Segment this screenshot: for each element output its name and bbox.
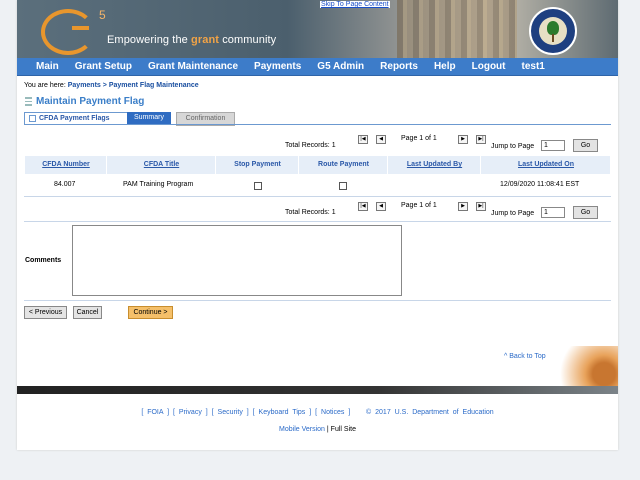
page-indicator: Page 1 of 1: [401, 135, 437, 142]
main-nav: Main Grant Setup Grant Maintenance Payme…: [17, 58, 618, 76]
breadcrumb-prefix: You are here:: [24, 82, 66, 89]
col-cfda-number[interactable]: CFDA Number: [24, 156, 107, 174]
header-banner: 5 Empowering the grant community: [17, 0, 618, 58]
last-page-icon[interactable]: ▶|: [476, 202, 486, 211]
page-container: 5 Empowering the grant community Skip To…: [17, 0, 618, 450]
tagline-grant: grant: [191, 34, 220, 46]
col-cfda-title[interactable]: CFDA Title: [106, 156, 216, 174]
seal-tree: [547, 21, 559, 35]
route-payment-checkbox[interactable]: [339, 182, 347, 190]
tab-cfda-label: CFDA Payment Flags: [39, 115, 110, 122]
nav-item-grant-maintenance[interactable]: Grant Maintenance: [148, 61, 238, 72]
nav-item-grant-setup[interactable]: Grant Setup: [75, 61, 132, 72]
footer-separator: |: [326, 426, 329, 433]
nav-item-reports[interactable]: Reports: [380, 61, 418, 72]
page-indicator-bottom: Page 1 of 1: [401, 202, 437, 209]
comments-textarea[interactable]: [72, 225, 402, 296]
back-to-top-link[interactable]: ^ Back to Top: [504, 353, 546, 360]
continue-button[interactable]: Continue >: [128, 306, 173, 319]
first-page-icon[interactable]: |◀: [358, 202, 368, 211]
nav-item-payments[interactable]: Payments: [254, 61, 301, 72]
total-records-label-bottom: Total Records: 1: [285, 209, 336, 216]
next-page-icon[interactable]: ▶: [458, 135, 468, 144]
cell-cfda-title: PAM Training Program: [123, 181, 194, 188]
first-page-icon[interactable]: |◀: [358, 135, 368, 144]
seal-trunk: [552, 34, 554, 42]
total-records-label: Total Records: 1: [285, 142, 336, 149]
seal-inner: [539, 17, 567, 45]
tagline-pre: Empowering the: [107, 34, 192, 46]
prev-page-icon[interactable]: ◀: [376, 202, 386, 211]
footer-copyright: © 2017 U.S. Department of Education: [366, 409, 494, 416]
breadcrumb-payments-link[interactable]: Payments: [68, 82, 101, 89]
total-records-text: Total Records:: [285, 142, 330, 149]
nav-item-logout[interactable]: Logout: [472, 61, 506, 72]
full-site-label: Full Site: [330, 426, 356, 433]
nav-item-user[interactable]: test1: [522, 61, 545, 72]
table-divider: [24, 196, 611, 197]
footer-bar: [17, 386, 618, 394]
g5-logo-bar: [72, 26, 89, 30]
page-title: Maintain Payment Flag: [36, 96, 145, 107]
col-route-payment: Route Payment: [298, 156, 388, 174]
tagline: Empowering the grant community: [107, 34, 276, 46]
nav-item-main[interactable]: Main: [36, 61, 59, 72]
tab-summary[interactable]: Summary: [127, 112, 171, 124]
nav-item-help[interactable]: Help: [434, 61, 456, 72]
footer-links: [ FOIA ] [ Privacy ] [ Security ] [ Keyb…: [17, 409, 618, 416]
breadcrumb-separator: >: [102, 82, 107, 89]
department-of-education-seal-icon: [529, 7, 577, 55]
col-last-updated-on[interactable]: Last Updated On: [480, 156, 611, 174]
breadcrumb: You are here: Payments > Payment Flag Ma…: [24, 82, 199, 89]
go-button-bottom[interactable]: Go: [573, 206, 598, 219]
tagline-post: community: [219, 34, 277, 46]
mobile-version-link[interactable]: Mobile Version: [279, 426, 325, 433]
jump-to-page-label: Jump to Page: [491, 143, 535, 150]
footer-site-switch: Mobile Version | Full Site: [17, 426, 618, 433]
previous-button[interactable]: < Previous: [24, 306, 67, 319]
go-button[interactable]: Go: [573, 139, 598, 152]
classroom-photo: [548, 346, 618, 386]
cancel-button[interactable]: Cancel: [73, 306, 102, 319]
skip-to-content-link[interactable]: Skip To Page Content: [320, 1, 390, 8]
last-page-icon[interactable]: ▶|: [476, 135, 486, 144]
cell-last-updated-on: 12/09/2020 11:08:41 EST: [500, 181, 580, 188]
total-records-value-bottom: 1: [331, 209, 336, 216]
stop-payment-checkbox[interactable]: [254, 182, 262, 190]
jump-to-page-input-bottom[interactable]: 1: [541, 207, 565, 218]
prev-page-icon[interactable]: ◀: [376, 135, 386, 144]
cell-cfda-number: 84.007: [54, 181, 76, 188]
total-records-text-bottom: Total Records:: [285, 209, 330, 216]
total-records-value: 1: [331, 142, 336, 149]
col-last-updated-by[interactable]: Last Updated By: [387, 156, 481, 174]
tab-underline: [24, 124, 611, 125]
nav-item-g5-admin[interactable]: G5 Admin: [317, 61, 364, 72]
library-photo: [397, 0, 517, 58]
jump-to-page-input[interactable]: 1: [541, 140, 565, 151]
breadcrumb-payment-flag-link[interactable]: Payment Flag Maintenance: [109, 82, 199, 89]
jump-to-page-label-bottom: Jump to Page: [491, 210, 535, 217]
comments-divider: [24, 300, 611, 301]
pager-divider: [24, 221, 611, 222]
list-icon: [25, 97, 32, 106]
next-page-icon[interactable]: ▶: [458, 202, 468, 211]
footer-nav-links[interactable]: [ FOIA ] [ Privacy ] [ Security ] [ Keyb…: [141, 409, 350, 416]
minus-box-icon: [29, 114, 36, 122]
g5-logo: [41, 9, 95, 55]
table-header: CFDA Number CFDA Title Stop Payment Rout…: [24, 156, 610, 174]
g5-logo-number: 5: [99, 8, 106, 22]
comments-label: Comments: [25, 257, 62, 264]
col-stop-payment: Stop Payment: [215, 156, 299, 174]
